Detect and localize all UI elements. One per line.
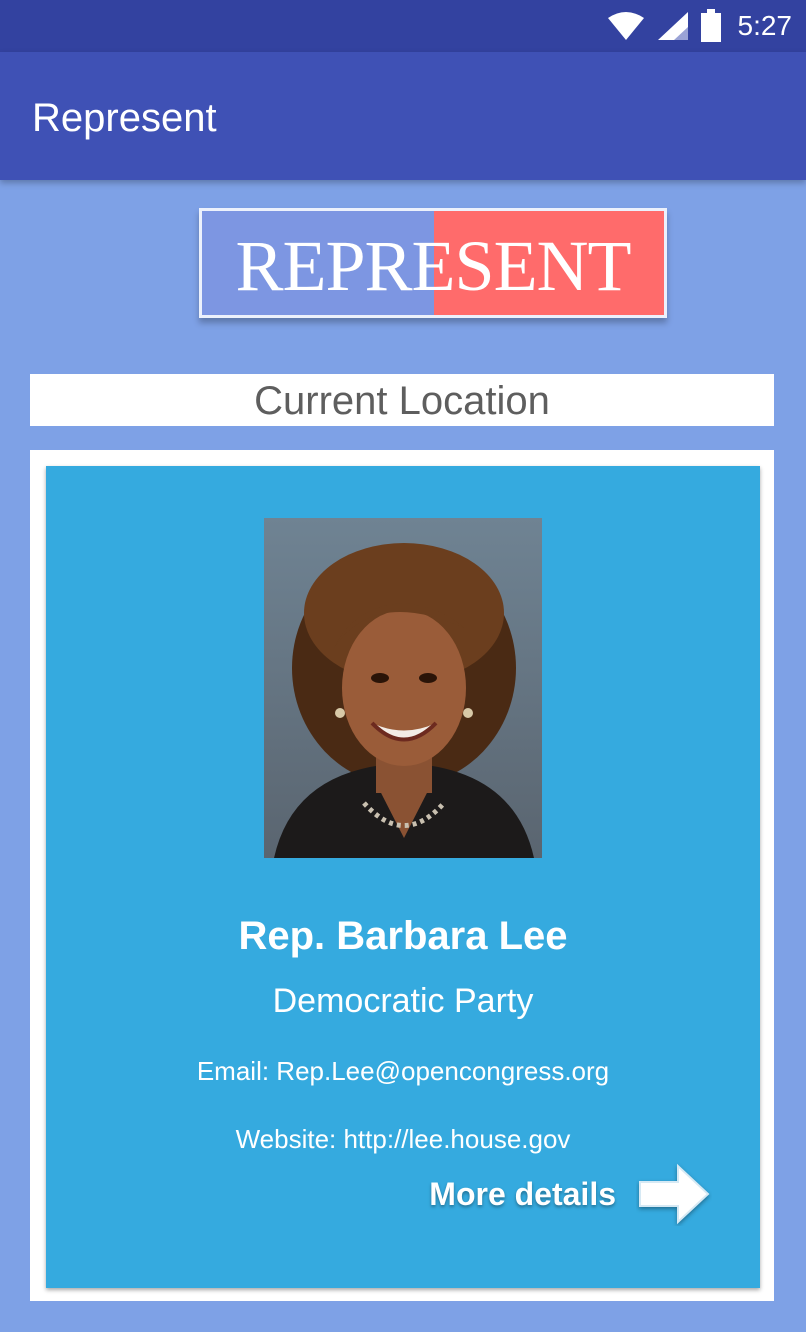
current-location-button[interactable]: Current Location [30, 374, 774, 426]
representative-card-frame: Rep. Barbara Lee Democratic Party Email:… [30, 450, 774, 1301]
wifi-icon [607, 12, 644, 40]
status-time: 5:27 [737, 10, 793, 41]
more-details-label: More details [429, 1175, 616, 1212]
current-location-label: Current Location [254, 379, 550, 423]
more-details-button[interactable]: More details [429, 1162, 712, 1226]
battery-icon [700, 9, 721, 42]
logo-text: REPRESENT [235, 226, 631, 306]
representative-party: Democratic Party [272, 982, 534, 1020]
representative-email[interactable]: Email: Rep.Lee@opencongress.org [46, 1056, 760, 1087]
arrow-right-icon [639, 1163, 710, 1225]
signal-icon [657, 12, 688, 40]
representative-name: Rep. Barbara Lee [238, 914, 568, 958]
representative-website[interactable]: Website: http://lee.house.gov [46, 1124, 760, 1155]
status-bar: 5:27 [0, 0, 806, 52]
status-icons: 5:27 [606, 8, 793, 44]
representative-photo [264, 518, 542, 858]
app-title: Represent [32, 96, 217, 140]
representative-card[interactable]: Rep. Barbara Lee Democratic Party Email:… [46, 466, 760, 1288]
represent-logo: REPRESENT [199, 208, 667, 318]
app-bar: Represent [0, 52, 806, 180]
